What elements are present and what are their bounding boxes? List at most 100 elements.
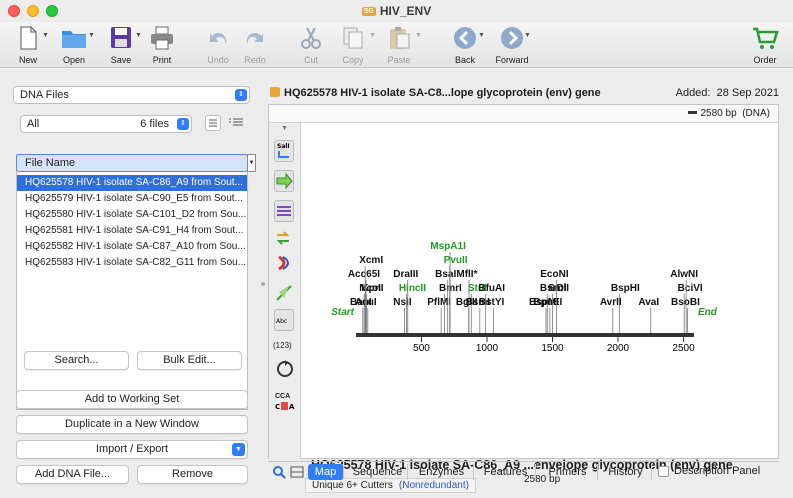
- back-button[interactable]: Back: [445, 25, 485, 65]
- file-list-item[interactable]: HQ625582 HIV-1 isolate SA-C87_A10 from S…: [17, 239, 247, 255]
- tab-primers[interactable]: Primers: [538, 464, 598, 480]
- file-list: File Name ▼ HQ625578 HIV-1 isolate SA-C8…: [16, 154, 256, 410]
- enzyme-label: BpuEI: [533, 297, 562, 308]
- clipboard-icon: [390, 27, 410, 49]
- add-to-working-set-button[interactable]: Add to Working Set: [16, 390, 248, 409]
- copy-label: Copy: [342, 55, 364, 65]
- enzyme-label: BstYI: [479, 297, 505, 308]
- remove-button[interactable]: Remove: [137, 465, 248, 484]
- split-view-handle[interactable]: [261, 282, 265, 286]
- enzyme-label: NsiI: [393, 297, 412, 308]
- file-list-item[interactable]: HQ625581 HIV-1 isolate SA-C91_H4 from So…: [17, 223, 247, 239]
- list-view-button[interactable]: [205, 115, 221, 131]
- enzyme-label: BsaI: [435, 269, 456, 280]
- undo-icon: [210, 32, 227, 43]
- search-button[interactable]: Search...: [24, 351, 129, 370]
- paste-button[interactable]: Paste: [379, 25, 419, 65]
- forward-dropdown-arrow[interactable]: ▼: [524, 32, 531, 39]
- shopping-cart-icon: [753, 27, 779, 49]
- search-icon[interactable]: [272, 465, 286, 479]
- file-name-column-header[interactable]: File Name ▼: [16, 154, 256, 172]
- enzyme-label: DraIII: [393, 269, 418, 280]
- document-header: HQ625578 HIV-1 isolate SA-C8...lope glyc…: [270, 87, 601, 99]
- forward-arrow-icon: [501, 27, 523, 49]
- enzyme-label: BsoBI: [671, 297, 700, 308]
- enzyme-label: Acc65I: [348, 269, 380, 280]
- add-dna-file-button[interactable]: Add DNA File...: [16, 465, 129, 484]
- map-view: 2580 bp (DNA) ▼ SalI Abc (123) CCA C A 5…: [268, 104, 779, 493]
- tab-sequence[interactable]: Sequence: [348, 464, 408, 480]
- primer-arrows-icon[interactable]: [275, 230, 295, 249]
- collection-select[interactable]: DNA Files ⇕: [13, 86, 250, 104]
- added-date-value: 28 Sep 2021: [716, 87, 779, 99]
- file-list-item[interactable]: HQ625578 HIV-1 isolate SA-C86_A9 from So…: [17, 175, 247, 191]
- restriction-map[interactable]: 5001000150020002500BanINcoIAcuIKpnIAcc65…: [302, 123, 778, 459]
- sequence-topology: (DNA): [742, 108, 770, 119]
- new-document-icon: [20, 26, 37, 50]
- back-label: Back: [454, 55, 475, 65]
- paste-dropdown-arrow[interactable]: ▼: [415, 32, 422, 39]
- filter-select[interactable]: All 6 files ⇕: [20, 115, 192, 133]
- file-list-item[interactable]: HQ625579 HIV-1 isolate SA-C90_E5 from So…: [17, 191, 247, 207]
- forward-button[interactable]: Forward: [492, 25, 532, 65]
- text-button[interactable]: Abc: [274, 309, 294, 331]
- enzyme-label: AvrII: [600, 297, 622, 308]
- bulk-edit-button[interactable]: Bulk Edit...: [137, 351, 242, 370]
- undo-button[interactable]: Undo: [198, 25, 238, 65]
- detail-list-icon: [229, 118, 243, 126]
- open-button[interactable]: Open: [54, 25, 94, 65]
- copy-dropdown-arrow[interactable]: ▼: [369, 32, 376, 39]
- title-bar: SG HIV_ENV: [0, 0, 793, 22]
- start-label: Start: [331, 307, 354, 318]
- column-header-label: File Name: [25, 157, 76, 169]
- new-button[interactable]: New: [8, 25, 48, 65]
- file-browser-pane: DNA Files ⇕ All 6 files ⇕ File Name ▼ HQ…: [0, 69, 262, 498]
- paste-label: Paste: [387, 55, 411, 65]
- description-panel-checkbox[interactable]: [658, 466, 669, 477]
- dna-file-icon: [270, 87, 280, 97]
- order-button[interactable]: Order: [745, 25, 785, 65]
- insert-button[interactable]: [274, 283, 294, 305]
- print-button[interactable]: Print: [142, 25, 182, 65]
- tab-features[interactable]: Features: [476, 464, 536, 480]
- added-date: Added: 28 Sep 2021: [676, 87, 779, 99]
- tab-map[interactable]: Map: [308, 464, 344, 480]
- back-dropdown-arrow[interactable]: ▼: [478, 32, 485, 39]
- cut-button[interactable]: Cut: [291, 25, 331, 65]
- list-view-icon: [209, 119, 217, 127]
- axis-tick-label: 2500: [672, 343, 695, 354]
- enzyme-label: SmlI: [548, 283, 569, 294]
- added-label: Added:: [675, 87, 711, 99]
- feature-shape-icon[interactable]: [275, 255, 295, 274]
- svg-text:C: C: [275, 403, 280, 411]
- save-button[interactable]: Save: [101, 25, 141, 65]
- save-dropdown-arrow[interactable]: ▼: [135, 32, 142, 39]
- feature-arrow-button[interactable]: [274, 170, 294, 192]
- end-label: End: [698, 307, 718, 318]
- column-menu-icon[interactable]: ▼: [247, 154, 256, 172]
- redo-button[interactable]: Redo: [235, 25, 275, 65]
- new-dropdown-arrow[interactable]: ▼: [42, 32, 49, 39]
- circular-view-icon[interactable]: [275, 359, 295, 382]
- enzyme-label: MspA1I: [430, 241, 466, 252]
- file-list-item[interactable]: HQ625580 HIV-1 isolate SA-C101_D2 from S…: [17, 207, 247, 223]
- open-dropdown-arrow[interactable]: ▼: [88, 32, 95, 39]
- enzyme-set-button[interactable]: SalI: [274, 140, 294, 162]
- sequence-view-icon[interactable]: CCA C A: [275, 393, 295, 414]
- tab-enzymes[interactable]: Enzymes: [410, 464, 474, 480]
- cutters-label: Unique 6+ Cutters: [312, 480, 393, 491]
- import-export-button[interactable]: Import / Export ▼: [16, 440, 248, 459]
- tab-history[interactable]: History: [600, 464, 652, 480]
- leaf-arrow-icon: [276, 285, 292, 301]
- file-list-item[interactable]: HQ625583 HIV-1 isolate SA-C82_G11 from S…: [17, 255, 247, 271]
- copy-icon: [343, 27, 363, 49]
- side-collapse-icon[interactable]: ▼: [281, 125, 288, 132]
- panel-layout-icon[interactable]: [290, 465, 304, 479]
- detail-view-button[interactable]: [228, 115, 244, 131]
- enzyme-label: AlwNI: [670, 269, 698, 280]
- enzyme-label: BspHI: [611, 283, 640, 294]
- open-label: Open: [62, 55, 86, 65]
- orf-button[interactable]: [274, 200, 294, 222]
- duplicate-window-button[interactable]: Duplicate in a New Window: [16, 415, 248, 434]
- copy-button[interactable]: Copy: [333, 25, 373, 65]
